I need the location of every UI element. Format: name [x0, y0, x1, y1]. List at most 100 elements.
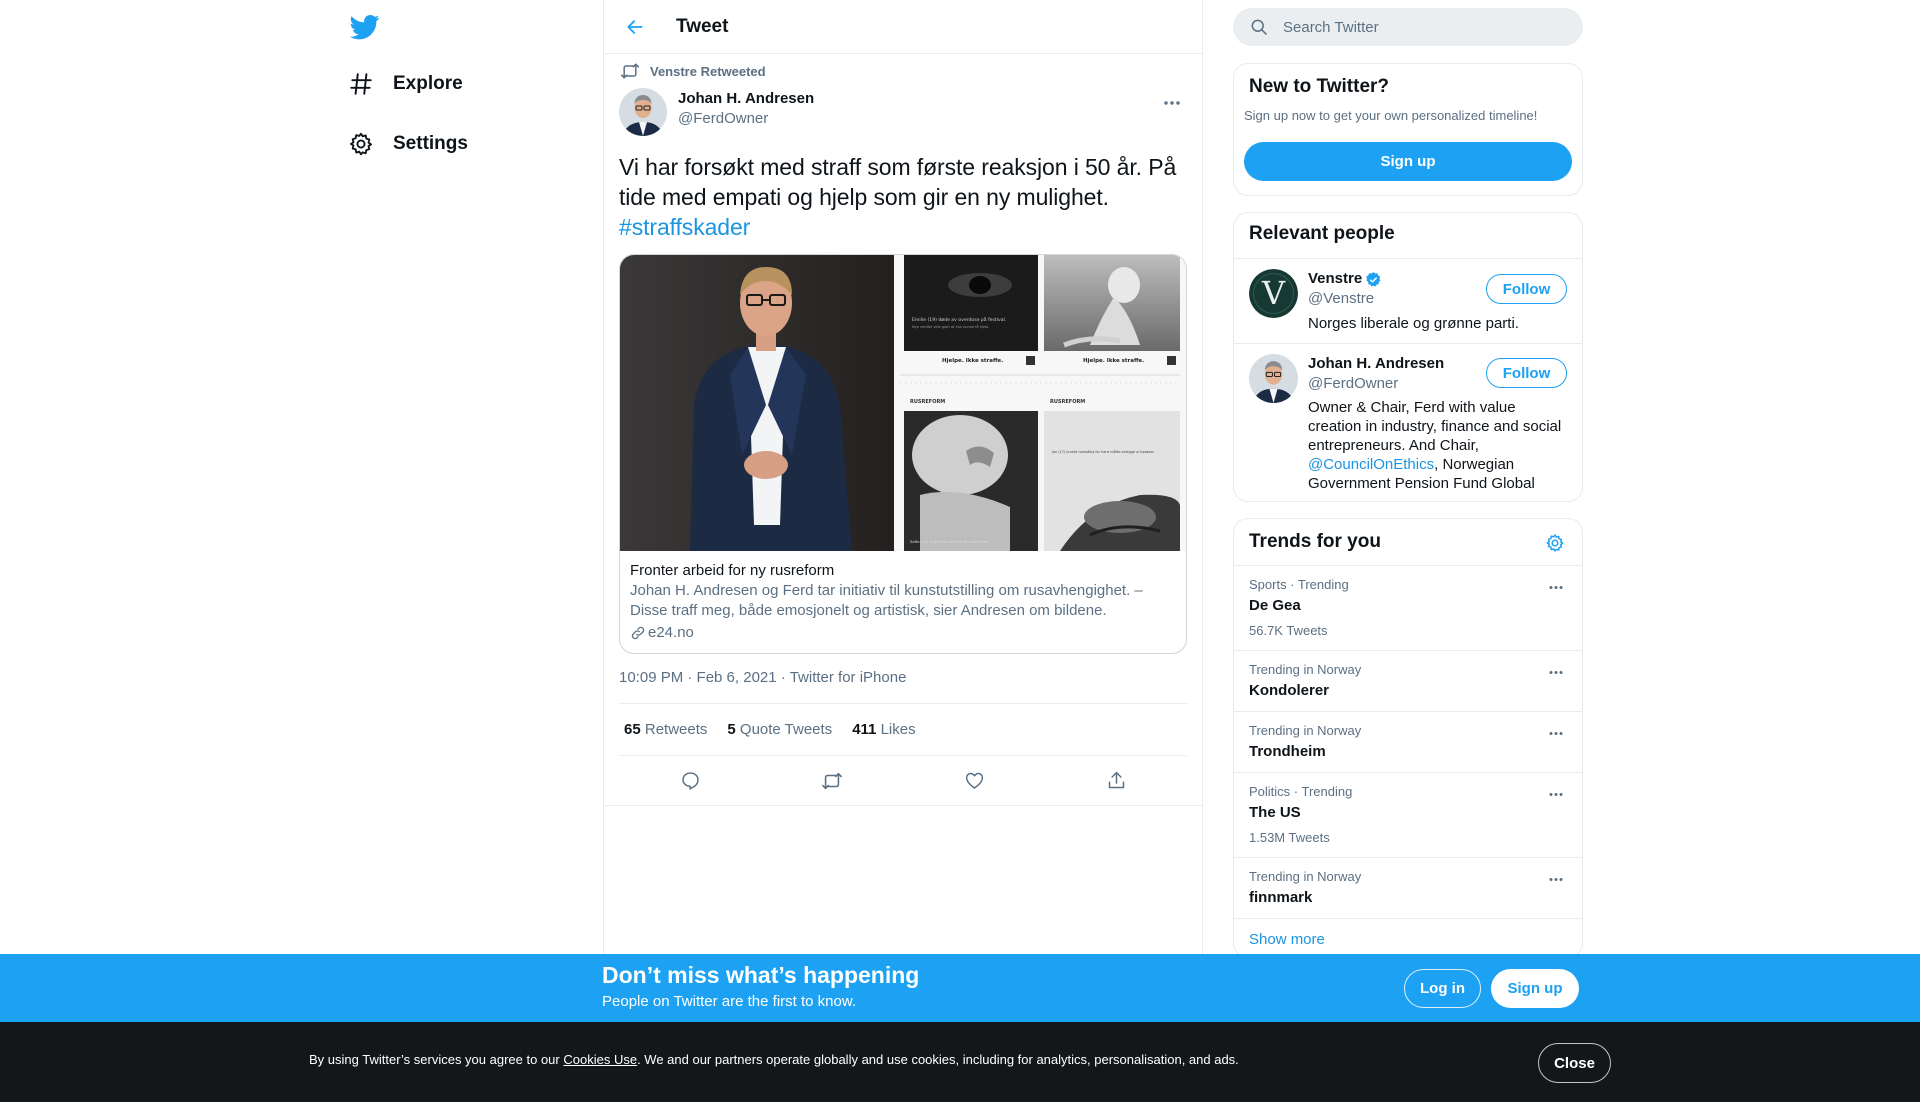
reply-button[interactable] [673, 764, 707, 798]
more-icon [1548, 731, 1564, 736]
nav-explore-label: Explore [393, 73, 463, 94]
trend-more-button[interactable] [1545, 785, 1567, 803]
card-domain-text: e24.no [648, 624, 694, 641]
retweets-number: 65 [624, 721, 641, 738]
cookie-text: By using Twitter’s services you agree to… [309, 1052, 1239, 1067]
cookies-use-link[interactable]: Cookies Use [563, 1052, 637, 1067]
sidebar-signup-button[interactable]: Sign up [1244, 142, 1572, 181]
tweet-body: Vi har forsøkt med straff som første rea… [619, 154, 1177, 210]
person-bio: Norges liberale og grønne parti. [1308, 315, 1519, 332]
likes-count[interactable]: 411 Likes [852, 721, 915, 738]
person-venstre[interactable]: V Venstre @Venstre Norges liberale og gr… [1234, 258, 1582, 343]
follow-button[interactable]: Follow [1486, 358, 1567, 388]
trend-item[interactable]: Sports · Trending De Gea 56.7K Tweets [1234, 565, 1582, 650]
page-title: Tweet [676, 15, 729, 37]
avatar-letter: V [1261, 274, 1286, 312]
quotes-label: Quote Tweets [739, 721, 833, 738]
card-image: Emilie (19) døde av overdose på festival… [620, 255, 1186, 551]
trend-more-button[interactable] [1545, 870, 1567, 888]
cookie-text-before: By using Twitter’s services you agree to… [309, 1052, 564, 1067]
person-name[interactable]: Johan H. Andresen [1308, 354, 1444, 374]
trends-title: Trends for you [1249, 531, 1381, 552]
person-name[interactable]: Venstre [1308, 269, 1362, 289]
gear-icon [1545, 533, 1565, 553]
search-input[interactable] [1281, 17, 1561, 37]
trend-context: Politics · Trending [1249, 784, 1353, 799]
card-title[interactable]: Fronter arbeid for ny rusreform [630, 561, 1176, 581]
nav-explore[interactable]: Explore [348, 64, 463, 104]
tweet: Venstre Retweeted Johan H. Andresen @Fer… [604, 54, 1202, 805]
poster-brand-1: Hjelpe. Ikke straffe. [942, 358, 1003, 364]
tweet-text: Vi har forsøkt med straff som første rea… [619, 152, 1187, 242]
twitter-bird-icon[interactable] [350, 12, 380, 42]
trend-more-button[interactable] [1545, 724, 1567, 742]
new-to-twitter-panel: New to Twitter? Sign up now to get your … [1233, 63, 1583, 196]
relevant-people-title: Relevant people [1249, 223, 1395, 244]
avatar[interactable] [1249, 354, 1298, 403]
cookie-close-button[interactable]: Close [1538, 1043, 1611, 1083]
page-header: Tweet [604, 0, 1202, 54]
show-more-link[interactable]: Show more [1234, 918, 1582, 957]
tweet-author: Johan H. Andresen @FerdOwner [619, 88, 1187, 142]
card-domain: e24.no [630, 623, 1176, 643]
search-bar[interactable] [1233, 8, 1583, 46]
login-button[interactable]: Log in [1404, 969, 1481, 1008]
like-button[interactable] [957, 764, 991, 798]
person-bio: Owner & Chair, Ferd with value creation … [1308, 398, 1567, 493]
cookie-text-after: . We and our partners operate globally a… [637, 1052, 1239, 1067]
trend-context: Trending in Norway [1249, 723, 1362, 738]
person-ferdowner[interactable]: Johan H. Andresen @FerdOwner Owner & Cha… [1234, 343, 1582, 501]
avatar[interactable]: V [1249, 269, 1298, 318]
signup-banner: Don’t miss what’s happening People on Tw… [0, 954, 1920, 1022]
avatar[interactable] [619, 88, 667, 136]
trend-name: Trondheim [1249, 743, 1326, 760]
share-button[interactable] [1099, 764, 1133, 798]
author-handle[interactable]: @FerdOwner [678, 109, 814, 128]
follow-button[interactable]: Follow [1486, 274, 1567, 304]
trend-more-button[interactable] [1545, 663, 1567, 681]
heart-icon [964, 770, 985, 791]
signup-button[interactable]: Sign up [1491, 969, 1579, 1008]
retweeted-by-text[interactable]: Venstre Retweeted [650, 64, 766, 79]
banner-subtitle: People on Twitter are the first to know. [602, 993, 857, 1010]
poster-caption-4: Jon (17) brukte narkotika for hans måtte… [1051, 449, 1155, 454]
link-card[interactable]: Emilie (19) døde av overdose på festival… [619, 254, 1187, 654]
tweet-source[interactable]: Twitter for iPhone [790, 669, 907, 686]
nav-settings[interactable]: Settings [348, 124, 468, 164]
poster-caption-1: Emilie (19) døde av overdose på festival… [912, 316, 1006, 323]
trend-item[interactable]: Politics · Trending The US 1.53M Tweets [1234, 772, 1582, 857]
more-icon [1548, 670, 1564, 675]
retweet-context: Venstre Retweeted [619, 54, 1187, 88]
trend-more-button[interactable] [1545, 578, 1567, 596]
share-icon [1106, 770, 1127, 791]
author-name[interactable]: Johan H. Andresen [678, 89, 814, 109]
trend-name: De Gea [1249, 597, 1301, 614]
poster-logo-1: RUSREFORM [910, 399, 945, 405]
tweet-timestamp[interactable]: 10:09 PM · Feb 6, 2021 [619, 669, 777, 686]
back-button[interactable] [618, 10, 652, 44]
retweets-label: Retweets [644, 721, 708, 738]
trend-name: The US [1249, 804, 1301, 821]
more-options-button[interactable] [1157, 92, 1187, 114]
quote-tweets-count[interactable]: 5 Quote Tweets [727, 721, 832, 738]
retweet-icon [620, 61, 640, 81]
bio-mention-link[interactable]: @CouncilOnEthics [1308, 456, 1434, 473]
trend-item[interactable]: Trending in Norway Kondolerer [1234, 650, 1582, 711]
trend-count: 56.7K Tweets [1249, 623, 1328, 638]
quotes-number: 5 [727, 721, 736, 738]
trend-count: 1.53M Tweets [1249, 830, 1330, 845]
trends-settings-button[interactable] [1543, 531, 1567, 555]
hashtag-link[interactable]: #straffskader [619, 214, 750, 240]
retweet-button[interactable] [815, 764, 849, 798]
tweet-divider [604, 805, 1202, 806]
nav-settings-label: Settings [393, 133, 468, 154]
trend-item[interactable]: Trending in Norway finnmark [1234, 857, 1582, 918]
likes-number: 411 [852, 721, 877, 738]
retweets-count[interactable]: 65 Retweets [624, 721, 707, 738]
hashtag-icon [348, 71, 374, 97]
poster-caption-2: Nye verdier ville gjort at hun kunne få … [912, 324, 989, 329]
trend-context: Sports · Trending [1249, 577, 1349, 592]
retweet-icon [821, 770, 843, 792]
trend-context: Trending in Norway [1249, 869, 1362, 884]
trend-item[interactable]: Trending in Norway Trondheim [1234, 711, 1582, 772]
